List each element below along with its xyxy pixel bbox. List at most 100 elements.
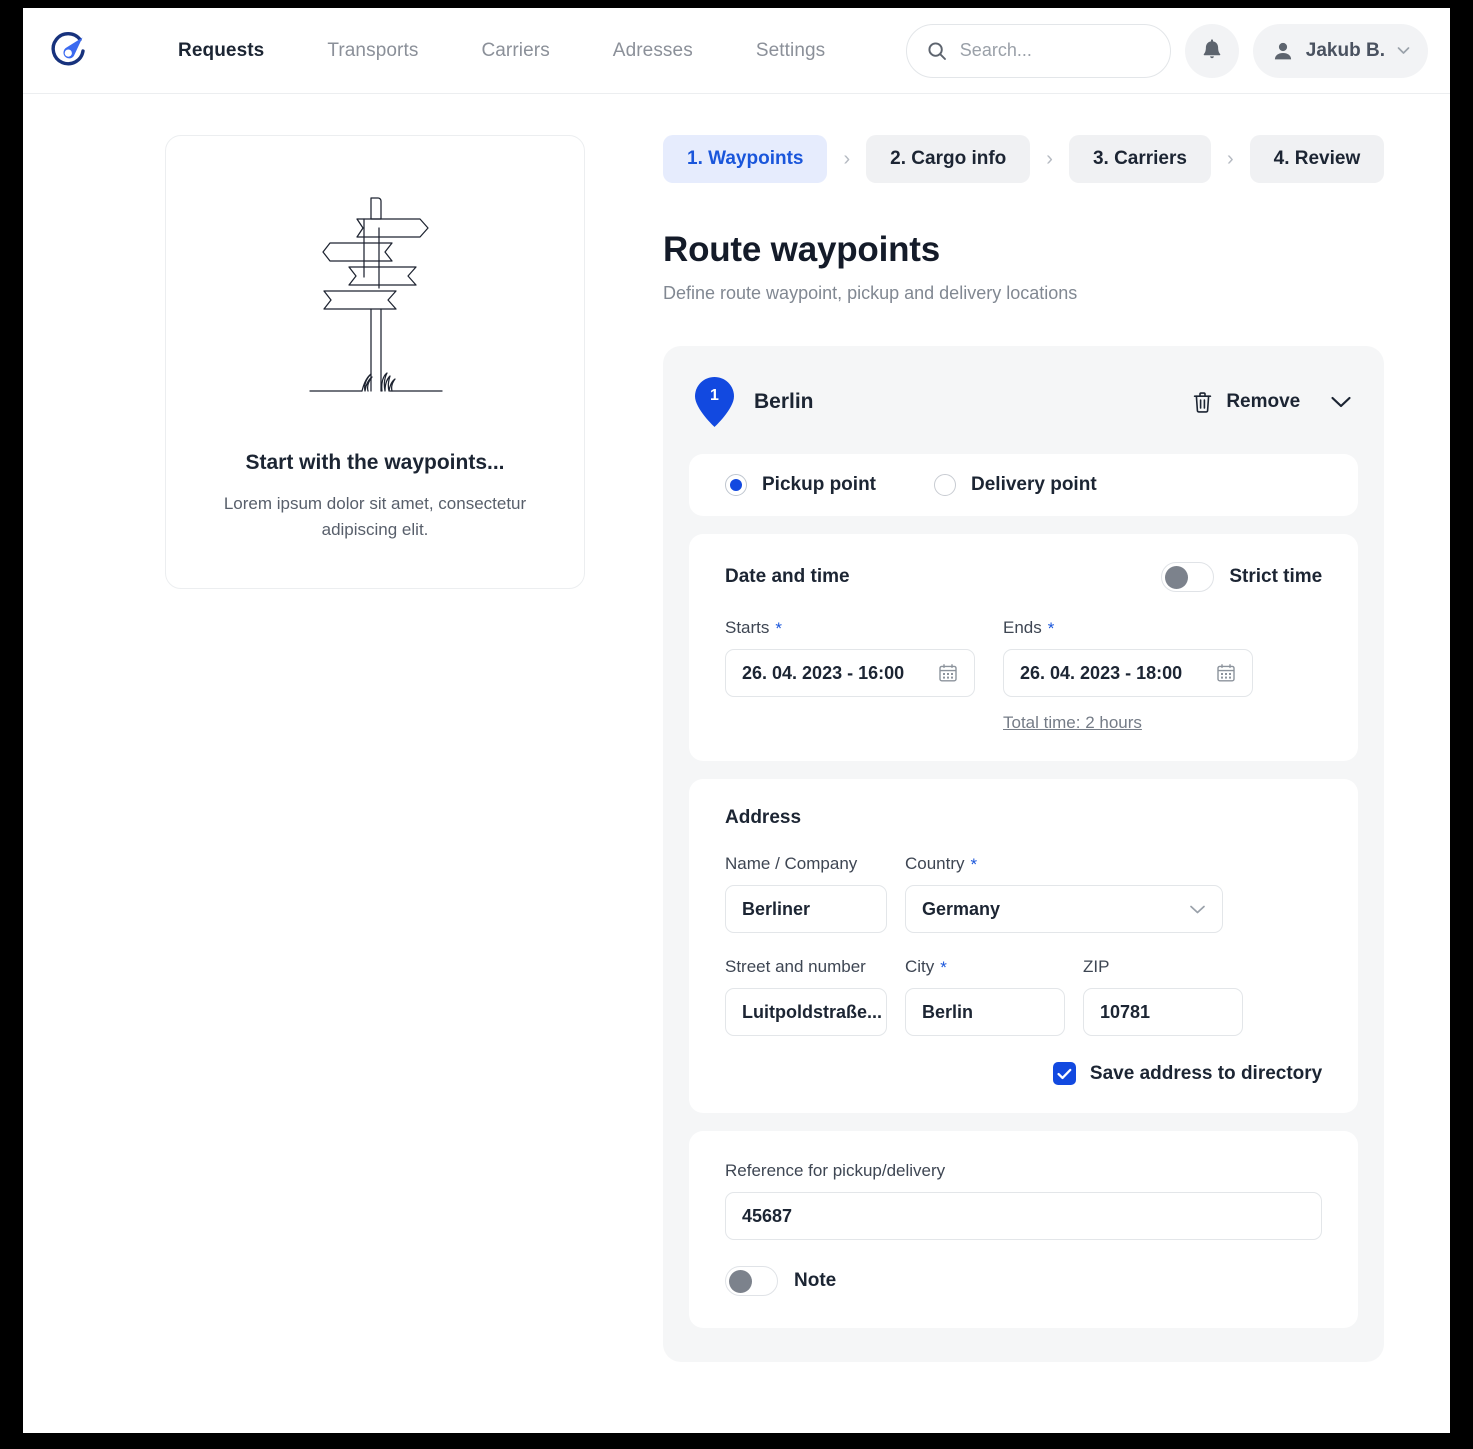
nav-item-settings[interactable]: Settings [756, 40, 825, 62]
street-field-group: Street and number Luitpoldstraße... [725, 957, 887, 1036]
compass-logo-icon [51, 31, 85, 65]
street-value: Luitpoldstraße... [742, 1001, 883, 1022]
waypoint-card: 1 Berlin Remove Pickup point Delivery po… [663, 346, 1385, 1362]
reference-label: Reference for pickup/delivery [725, 1161, 946, 1180]
city-input[interactable]: Berlin [905, 988, 1065, 1036]
waypoint-actions: Remove [1192, 391, 1352, 414]
name-label: Name / Company [725, 854, 858, 873]
name-input[interactable]: Berliner [725, 885, 887, 933]
primary-nav: Requests Transports Carriers Adresses Se… [178, 40, 888, 62]
country-value: Germany [922, 898, 1001, 919]
ends-input[interactable]: 26. 04. 2023 - 18:00 [1003, 649, 1253, 697]
ends-required-mark: * [1047, 618, 1055, 638]
name-field-group: Name / Company Berliner [725, 854, 887, 933]
toggle-knob [729, 1269, 752, 1293]
country-select[interactable]: Germany [905, 885, 1223, 933]
strict-time-switch[interactable] [1161, 562, 1215, 592]
note-toggle[interactable]: Note [725, 1266, 1322, 1296]
waypoint-header: 1 Berlin Remove [689, 376, 1358, 428]
map-pin-icon: 1 [693, 376, 736, 428]
starts-value: 26. 04. 2023 - 16:00 [742, 662, 905, 683]
datetime-header: Date and time Strict time [725, 562, 1322, 592]
step-waypoints[interactable]: 1. Waypoints [663, 135, 828, 183]
promo-card: Start with the waypoints... Lorem ipsum … [165, 135, 585, 589]
step-cargo-info[interactable]: 2. Cargo info [866, 135, 1031, 183]
person-icon [1274, 42, 1291, 59]
step-carriers[interactable]: 3. Carriers [1068, 135, 1211, 183]
chevron-down-icon [1331, 396, 1351, 408]
radio-delivery-indicator [934, 474, 956, 496]
starts-label-row: Starts * [725, 618, 975, 638]
right-column: 1. Waypoints › 2. Cargo info › 3. Carrie… [663, 135, 1450, 1362]
signpost-illustration [210, 192, 540, 397]
street-input[interactable]: Luitpoldstraße... [725, 988, 887, 1036]
nav-item-requests[interactable]: Requests [178, 40, 264, 62]
starts-required-mark: * [775, 618, 783, 638]
name-value: Berliner [742, 898, 811, 919]
starts-field-group: Starts * 26. 04. 2023 - 16:00 [725, 618, 975, 733]
zip-field-group: ZIP 10781 [1083, 957, 1243, 1036]
brand-logo[interactable] [37, 20, 99, 82]
note-label: Note [794, 1270, 837, 1291]
nav-item-carriers[interactable]: Carriers [481, 40, 549, 62]
starts-label: Starts [725, 618, 770, 637]
city-value: Berlin [922, 1001, 974, 1022]
trash-icon [1194, 391, 1212, 413]
app-window: Requests Transports Carriers Adresses Se… [23, 8, 1450, 1433]
total-time-text[interactable]: Total time: 2 hours [1003, 713, 1142, 733]
name-label-row: Name / Company [725, 854, 887, 874]
zip-label-row: ZIP [1083, 957, 1243, 977]
chevron-down-icon [1181, 904, 1206, 915]
radio-delivery-point[interactable]: Delivery point [934, 474, 1097, 496]
address-heading: Address [725, 807, 802, 828]
city-required-mark: * [940, 957, 947, 977]
note-switch[interactable] [725, 1266, 778, 1296]
calendar-icon[interactable] [1208, 663, 1236, 683]
strict-time-toggle[interactable]: Strict time [1161, 562, 1322, 592]
radio-pickup-point[interactable]: Pickup point [725, 474, 876, 496]
user-name: Jakub B. [1305, 39, 1385, 61]
top-navigation-bar: Requests Transports Carriers Adresses Se… [23, 8, 1450, 94]
save-address-checkbox[interactable]: Save address to directory [725, 1062, 1322, 1085]
country-required-mark: * [970, 854, 978, 874]
bell-icon [1203, 38, 1221, 58]
address-card: Address Name / Company Berliner Country … [689, 779, 1359, 1113]
starts-input[interactable]: 26. 04. 2023 - 16:00 [725, 649, 975, 697]
nav-item-adresses[interactable]: Adresses [613, 40, 693, 62]
radio-delivery-label: Delivery point [971, 474, 1097, 495]
country-label: Country [905, 854, 965, 873]
calendar-icon[interactable] [930, 663, 958, 683]
search-input[interactable]: Search... [905, 23, 1171, 78]
reference-value: 45687 [742, 1205, 793, 1226]
datetime-fields: Starts * 26. 04. 2023 - 16:00 Ends * 26.… [725, 618, 1322, 733]
country-field-group: Country * Germany [905, 854, 1223, 933]
address-row-2: Street and number Luitpoldstraße... City… [725, 957, 1322, 1036]
country-label-row: Country * [905, 854, 1223, 874]
promo-text: Lorem ipsum dolor sit amet, consectetur … [223, 494, 527, 540]
point-type-card: Pickup point Delivery point [689, 454, 1359, 516]
notifications-button[interactable] [1184, 23, 1239, 78]
nav-item-transports[interactable]: Transports [327, 40, 418, 62]
step-separator-3: › [1226, 147, 1234, 170]
address-row-1: Name / Company Berliner Country * German… [725, 854, 1322, 933]
reference-label-row: Reference for pickup/delivery [725, 1161, 1322, 1181]
reference-input[interactable]: 45687 [725, 1192, 1323, 1240]
reference-card: Reference for pickup/delivery 45687 Note [689, 1131, 1359, 1328]
step-separator-1: › [843, 147, 851, 170]
step-review[interactable]: 4. Review [1249, 135, 1385, 183]
waypoint-index: 1 [710, 387, 719, 404]
zip-value: 10781 [1100, 1001, 1151, 1022]
user-menu-button[interactable]: Jakub B. [1252, 23, 1428, 78]
step-separator-2: › [1046, 147, 1053, 170]
datetime-heading: Date and time [725, 566, 850, 587]
page-subtitle: Define route waypoint, pickup and delive… [663, 283, 1078, 303]
collapse-waypoint-button[interactable] [1330, 395, 1352, 409]
search-icon [928, 41, 946, 60]
chevron-down-icon [1397, 47, 1410, 54]
zip-input[interactable]: 10781 [1083, 988, 1243, 1036]
page-content: Start with the waypoints... Lorem ipsum … [23, 94, 1450, 1362]
remove-waypoint-button[interactable]: Remove [1192, 391, 1300, 414]
waypoint-city: Berlin [754, 390, 814, 413]
ends-label: Ends [1003, 618, 1042, 637]
datetime-card: Date and time Strict time Starts * 26. 0… [689, 534, 1359, 761]
